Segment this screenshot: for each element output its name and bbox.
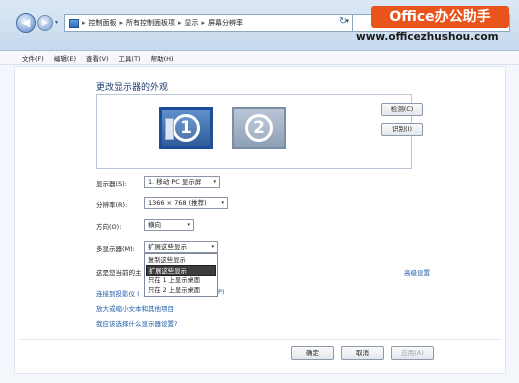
detect-button[interactable]: 检测(C) (381, 103, 423, 116)
breadcrumb-all-items[interactable]: 所有控制面板项 (126, 18, 175, 28)
forward-arrow-icon: ▶ (41, 18, 49, 28)
menu-bar: 文件(F) 编辑(E) 查看(V) 工具(T) 帮助(H) (0, 51, 519, 65)
control-panel-icon (69, 18, 79, 28)
resolution-select[interactable]: 1366 × 768 (推荐) ▾ (144, 197, 228, 209)
breadcrumb-separator-icon[interactable]: ▸ (82, 19, 86, 27)
resolution-select-value: 1366 × 768 (推荐) (148, 199, 207, 207)
monitor-2-number: 2 (245, 114, 273, 142)
chevron-down-icon: ▾ (187, 222, 190, 228)
multi-display-dropdown-list: 复制这些显示 扩展这些显示 只在 1 上显示桌面 只在 2 上显示桌面 (144, 253, 218, 297)
back-button[interactable]: ◀ (16, 13, 36, 33)
breadcrumb-separator-icon[interactable]: ▸ (178, 19, 182, 27)
control-panel-window: ◀ ▶ ▾ ▸ 控制面板 ▸ 所有控制面板项 ▸ 显示 ▸ 屏幕分辨率 ▾ ↻ … (0, 0, 519, 383)
laptop-icon (165, 118, 174, 140)
monitor-arrangement-panel: 1 2 (96, 94, 412, 169)
connect-projector-link[interactable]: 连接到投影仪 ( (96, 288, 140, 298)
ok-button[interactable]: 确定 (291, 346, 334, 360)
connect-projector-shortcut[interactable]: P) (218, 288, 224, 296)
orientation-select-value: 横向 (148, 221, 161, 229)
breadcrumb-separator-icon[interactable]: ▸ (202, 19, 206, 27)
advanced-settings-link[interactable]: 高级设置 (404, 267, 430, 277)
orientation-select[interactable]: 横向 ▾ (144, 219, 194, 231)
watermark-url: www.officezhushou.com (356, 31, 499, 43)
footer-divider (20, 339, 500, 340)
breadcrumb-screen-resolution[interactable]: 屏幕分辨率 (208, 18, 243, 28)
menu-view[interactable]: 查看(V) (86, 53, 109, 63)
multi-display-select[interactable]: 扩展这些显示 ▾ (144, 241, 218, 253)
chevron-down-icon: ▾ (211, 244, 214, 250)
page-title: 更改显示器的外观 (96, 83, 169, 93)
identify-button[interactable]: 识别(I) (381, 123, 423, 136)
resolution-label: 分辨率(R): (96, 201, 128, 209)
watermark-logo: Office办公助手 (371, 6, 509, 28)
monitor-2[interactable]: 2 (232, 107, 286, 149)
breadcrumb-control-panel[interactable]: 控制面板 (89, 18, 117, 28)
enlarge-text-link[interactable]: 放大或缩小文本和其他项目 (96, 303, 174, 313)
back-arrow-icon: ◀ (21, 16, 31, 29)
monitor-1[interactable]: 1 (159, 107, 213, 149)
menu-tools[interactable]: 工具(T) (119, 53, 141, 63)
breadcrumb-display[interactable]: 显示 (185, 18, 199, 28)
address-bar[interactable]: ▸ 控制面板 ▸ 所有控制面板项 ▸ 显示 ▸ 屏幕分辨率 ▾ (64, 14, 354, 32)
display-label: 显示器(S): (96, 180, 127, 188)
display-select-value: 1. 移动 PC 显示屏 (148, 178, 202, 186)
menu-file[interactable]: 文件(F) (22, 53, 44, 63)
forward-button[interactable]: ▶ (37, 15, 53, 31)
chevron-down-icon: ▾ (213, 179, 216, 185)
main-display-label: 这是您当前的主 (96, 269, 142, 277)
cancel-button[interactable]: 取消 (341, 346, 384, 360)
chevron-down-icon: ▾ (221, 200, 224, 206)
multi-display-label: 多显示器(M): (96, 245, 135, 253)
option-show-only-2[interactable]: 只在 2 上显示桌面 (146, 285, 216, 296)
menu-edit[interactable]: 编辑(E) (54, 53, 76, 63)
menu-help[interactable]: 帮助(H) (151, 53, 174, 63)
monitor-1-number: 1 (172, 114, 200, 142)
apply-button[interactable]: 应用(A) (391, 346, 434, 360)
multi-display-select-value: 扩展这些显示 (148, 243, 187, 251)
refresh-icon[interactable]: ↻ (339, 16, 347, 27)
which-settings-link[interactable]: 我应该选择什么显示器设置? (96, 318, 177, 328)
orientation-label: 方向(O): (96, 223, 122, 231)
display-select[interactable]: 1. 移动 PC 显示屏 ▾ (144, 176, 220, 188)
recent-pages-dropdown-icon[interactable]: ▾ (55, 19, 58, 26)
navigation-bar: ◀ ▶ ▾ ▸ 控制面板 ▸ 所有控制面板项 ▸ 显示 ▸ 屏幕分辨率 ▾ ↻ … (0, 0, 519, 51)
breadcrumb-separator-icon[interactable]: ▸ (120, 19, 124, 27)
